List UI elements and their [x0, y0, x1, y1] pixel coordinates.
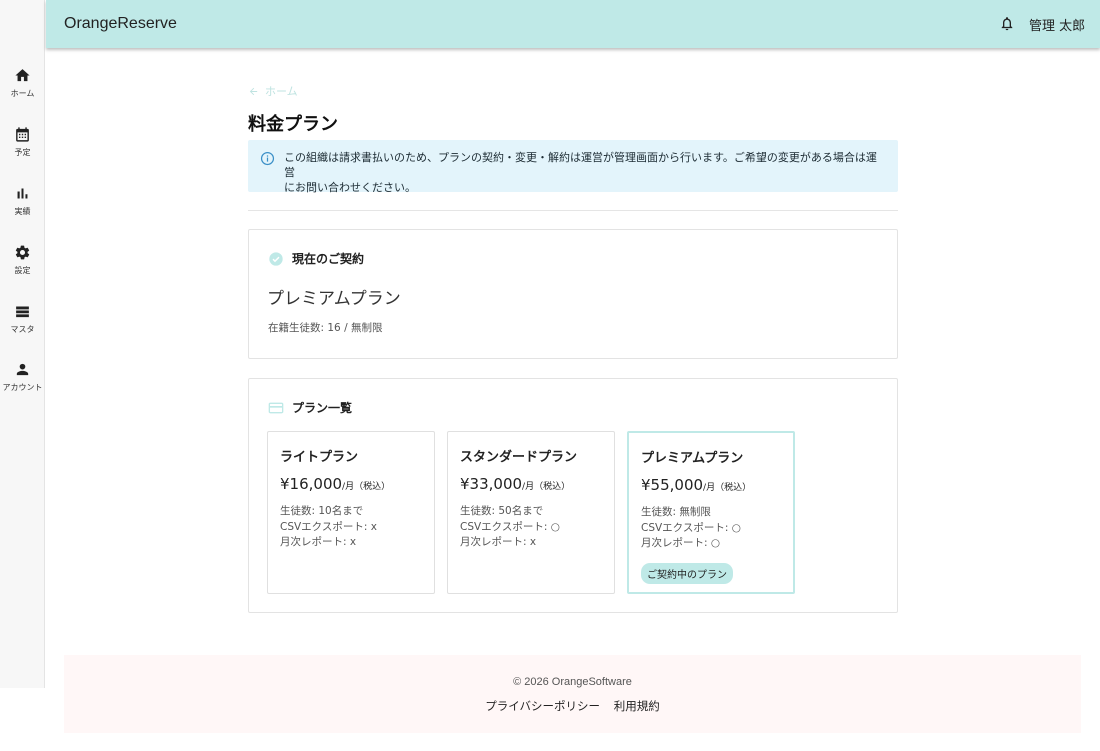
plan-feature-students: 生徒数: 無制限 [641, 506, 711, 518]
plan-list-heading: プラン一覧 [268, 399, 352, 416]
plan-feature-csv: CSVエクスポート: ○ [460, 520, 560, 533]
footer: © 2026 OrangeSoftware プライバシーポリシー 利用規約 [64, 655, 1081, 733]
sidebar: ホーム 予定 実績 設定 マスタ アカウント [0, 0, 45, 688]
plan-name: プレミアムプラン [641, 451, 744, 466]
plan-price-amount: ¥55,000 [641, 476, 704, 494]
gear-icon [15, 245, 30, 260]
sidebar-item-schedule[interactable]: 予定 [0, 126, 45, 176]
credit-card-icon [268, 402, 284, 413]
sidebar-item-master[interactable]: マスタ [0, 303, 45, 353]
info-text-line-1: この組織は請求書払いのため、プランの契約・変更・解約は運営が管理画面から行います… [284, 151, 877, 179]
current-plan-name: プレミアムプラン [267, 289, 401, 309]
arrow-left-icon [249, 87, 258, 95]
notification-button[interactable] [999, 15, 1015, 32]
plan-list-heading-label: プラン一覧 [292, 401, 353, 415]
page-title: 料金プラン [248, 114, 338, 135]
current-student-count: 在籍生徒数: 16 / 無制限 [268, 322, 383, 334]
bell-icon [1001, 17, 1013, 31]
info-icon [260, 151, 275, 166]
check-circle-icon [269, 251, 283, 266]
plan-price-amount: ¥33,000 [460, 475, 523, 493]
plan-card-light[interactable]: ライトプラン ¥16,000/月（税込） 生徒数: 10名まで CSVエクスポー… [267, 431, 435, 594]
plan-feature-csv: CSVエクスポート: x [280, 520, 377, 533]
plan-card-premium[interactable]: プレミアムプラン ¥55,000/月（税込） 生徒数: 無制限 CSVエクスポー… [627, 431, 795, 594]
plan-feature-students: 生徒数: 10名まで [280, 505, 364, 517]
sidebar-item-account[interactable]: アカウント [0, 361, 45, 411]
plan-price-unit: /月（税込） [522, 482, 571, 492]
sidebar-item-label: ホーム [10, 89, 35, 98]
current-contract-heading: 現在のご契約 [268, 250, 364, 267]
plan-feature-report: 月次レポート: ○ [641, 537, 721, 549]
sidebar-item-results[interactable]: 実績 [0, 185, 45, 235]
bar-chart-icon [17, 188, 28, 199]
plan-feature-csv: CSVエクスポート: ○ [641, 521, 741, 534]
divider [248, 210, 898, 211]
info-alert: この組織は請求書払いのため、プランの契約・変更・解約は運営が管理画面から行います… [248, 140, 898, 194]
plan-price: ¥33,000/月（税込） [460, 475, 570, 493]
plan-feature-students: 生徒数: 50名まで [460, 505, 544, 517]
plan-name: スタンダードプラン [460, 450, 578, 465]
current-contract-heading-label: 現在のご契約 [292, 252, 365, 266]
back-label: ホーム [265, 85, 298, 98]
plan-card-standard[interactable]: スタンダードプラン ¥33,000/月（税込） 生徒数: 50名まで CSVエク… [447, 431, 615, 594]
copyright: © 2026 OrangeSoftware [513, 676, 632, 688]
plan-feature-report: 月次レポート: x [460, 536, 537, 548]
plan-price-unit: /月（税込） [703, 483, 752, 493]
plan-feature-report: 月次レポート: x [280, 536, 357, 548]
plan-list-card: プラン一覧 ライトプラン ¥16,000/月（税込） 生徒数: 10名まで CS… [248, 378, 898, 613]
privacy-policy-link[interactable]: プライバシーポリシー [485, 699, 600, 713]
person-icon [16, 363, 29, 376]
plan-price-amount: ¥16,000 [280, 475, 343, 493]
footer-links: プライバシーポリシー 利用規約 [64, 698, 1081, 714]
plan-features: 生徒数: 無制限 CSVエクスポート: ○ 月次レポート: ○ [641, 505, 741, 552]
plan-name: ライトプラン [280, 450, 359, 465]
home-icon [15, 69, 30, 82]
terms-link[interactable]: 利用規約 [614, 699, 660, 713]
user-menu[interactable]: 管理 太郎 [1029, 15, 1085, 34]
info-text-line-2: にお問い合わせください。 [284, 181, 416, 194]
current-plan-badge: ご契約中のプラン [641, 563, 733, 584]
current-contract-card: 現在のご契約 プレミアムプラン 在籍生徒数: 16 / 無制限 [248, 229, 898, 359]
app-title[interactable]: OrangeReserve [64, 15, 177, 33]
calendar-icon [16, 127, 29, 142]
sidebar-item-label: アカウント [2, 383, 43, 392]
list-icon [16, 306, 29, 318]
plan-price: ¥55,000/月（税込） [641, 476, 751, 494]
sidebar-item-home[interactable]: ホーム [0, 67, 45, 117]
breadcrumb-back-link[interactable]: ホーム [248, 83, 298, 99]
plan-price: ¥16,000/月（税込） [280, 475, 390, 493]
sidebar-item-label: マスタ [10, 325, 35, 334]
sidebar-item-label: 実績 [14, 207, 31, 216]
plan-price-unit: /月（税込） [342, 482, 391, 492]
plan-features: 生徒数: 50名まで CSVエクスポート: ○ 月次レポート: x [460, 504, 560, 551]
sidebar-item-label: 予定 [14, 148, 31, 157]
app-header: OrangeReserve 管理 太郎 [46, 0, 1100, 48]
plan-features: 生徒数: 10名まで CSVエクスポート: x 月次レポート: x [280, 504, 377, 551]
sidebar-item-label: 設定 [14, 266, 31, 275]
sidebar-item-settings[interactable]: 設定 [0, 244, 45, 294]
